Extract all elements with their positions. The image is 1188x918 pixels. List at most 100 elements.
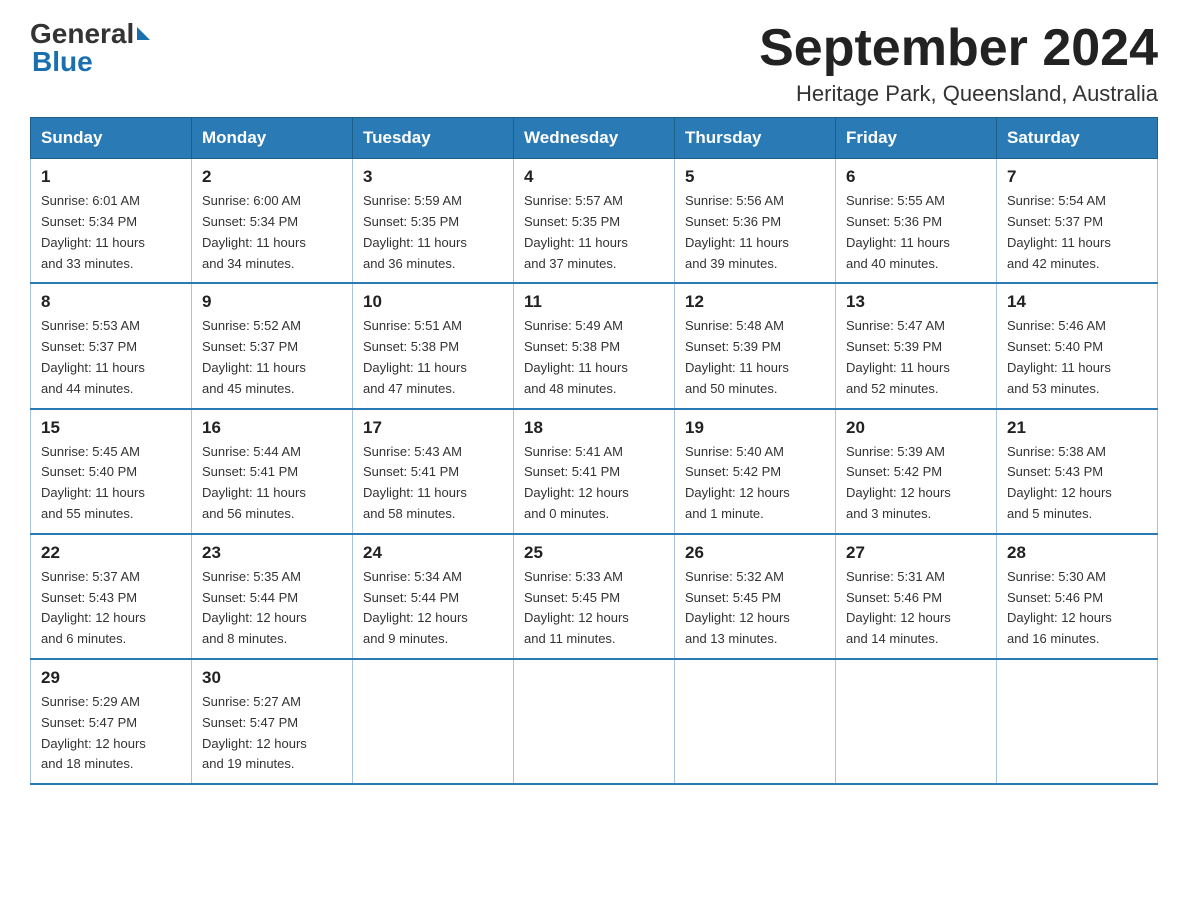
day-number: 15 — [41, 418, 181, 438]
day-info: Sunrise: 5:37 AMSunset: 5:43 PMDaylight:… — [41, 567, 181, 650]
logo-triangle-icon — [137, 27, 150, 40]
day-number: 25 — [524, 543, 664, 563]
day-number: 8 — [41, 292, 181, 312]
day-info: Sunrise: 5:43 AMSunset: 5:41 PMDaylight:… — [363, 442, 503, 525]
calendar-cell: 8 Sunrise: 5:53 AMSunset: 5:37 PMDaylight… — [31, 283, 192, 408]
day-info: Sunrise: 5:38 AMSunset: 5:43 PMDaylight:… — [1007, 442, 1147, 525]
day-info: Sunrise: 5:39 AMSunset: 5:42 PMDaylight:… — [846, 442, 986, 525]
calendar-cell: 12Sunrise: 5:48 AMSunset: 5:39 PMDayligh… — [675, 283, 836, 408]
calendar-cell: 20 Sunrise: 5:39 AMSunset: 5:42 PMDayligh… — [836, 409, 997, 534]
column-header-saturday: Saturday — [997, 118, 1158, 159]
calendar-cell: 27 Sunrise: 5:31 AMSunset: 5:46 PMDayligh… — [836, 534, 997, 659]
day-info: Sunrise: 5:51 AMSunset: 5:38 PMDaylight:… — [363, 316, 503, 399]
day-info: Sunrise: 5:59 AMSunset: 5:35 PMDaylight:… — [363, 191, 503, 274]
calendar-cell: 10Sunrise: 5:51 AMSunset: 5:38 PMDayligh… — [353, 283, 514, 408]
calendar-cell — [353, 659, 514, 784]
calendar-cell: 2 Sunrise: 6:00 AMSunset: 5:34 PMDaylight… — [192, 159, 353, 284]
day-number: 27 — [846, 543, 986, 563]
day-info: Sunrise: 5:54 AMSunset: 5:37 PMDaylight:… — [1007, 191, 1147, 274]
day-info: Sunrise: 5:32 AMSunset: 5:45 PMDaylight:… — [685, 567, 825, 650]
day-number: 22 — [41, 543, 181, 563]
calendar-table: SundayMondayTuesdayWednesdayThursdayFrid… — [30, 117, 1158, 785]
day-number: 11 — [524, 292, 664, 312]
calendar-cell: 17 Sunrise: 5:43 AMSunset: 5:41 PMDayligh… — [353, 409, 514, 534]
calendar-week-row: 15 Sunrise: 5:45 AMSunset: 5:40 PMDayligh… — [31, 409, 1158, 534]
day-info: Sunrise: 5:45 AMSunset: 5:40 PMDaylight:… — [41, 442, 181, 525]
day-info: Sunrise: 5:35 AMSunset: 5:44 PMDaylight:… — [202, 567, 342, 650]
calendar-cell: 16 Sunrise: 5:44 AMSunset: 5:41 PMDayligh… — [192, 409, 353, 534]
logo: General Blue — [30, 20, 150, 76]
day-info: Sunrise: 5:46 AMSunset: 5:40 PMDaylight:… — [1007, 316, 1147, 399]
calendar-cell — [836, 659, 997, 784]
day-number: 26 — [685, 543, 825, 563]
column-header-wednesday: Wednesday — [514, 118, 675, 159]
calendar-cell: 25 Sunrise: 5:33 AMSunset: 5:45 PMDayligh… — [514, 534, 675, 659]
day-info: Sunrise: 5:52 AMSunset: 5:37 PMDaylight:… — [202, 316, 342, 399]
calendar-cell: 4 Sunrise: 5:57 AMSunset: 5:35 PMDaylight… — [514, 159, 675, 284]
day-number: 20 — [846, 418, 986, 438]
day-info: Sunrise: 5:57 AMSunset: 5:35 PMDaylight:… — [524, 191, 664, 274]
calendar-cell: 13 Sunrise: 5:47 AMSunset: 5:39 PMDayligh… — [836, 283, 997, 408]
calendar-title: September 2024 — [759, 20, 1158, 77]
day-number: 13 — [846, 292, 986, 312]
day-number: 1 — [41, 167, 181, 187]
calendar-cell — [675, 659, 836, 784]
day-info: Sunrise: 5:44 AMSunset: 5:41 PMDaylight:… — [202, 442, 342, 525]
day-info: Sunrise: 6:01 AMSunset: 5:34 PMDaylight:… — [41, 191, 181, 274]
day-info: Sunrise: 5:30 AMSunset: 5:46 PMDaylight:… — [1007, 567, 1147, 650]
day-number: 24 — [363, 543, 503, 563]
day-number: 6 — [846, 167, 986, 187]
calendar-cell: 3Sunrise: 5:59 AMSunset: 5:35 PMDaylight… — [353, 159, 514, 284]
day-number: 19 — [685, 418, 825, 438]
day-number: 29 — [41, 668, 181, 688]
column-header-sunday: Sunday — [31, 118, 192, 159]
calendar-cell: 6 Sunrise: 5:55 AMSunset: 5:36 PMDaylight… — [836, 159, 997, 284]
calendar-cell — [514, 659, 675, 784]
calendar-cell: 18 Sunrise: 5:41 AMSunset: 5:41 PMDayligh… — [514, 409, 675, 534]
calendar-header-row: SundayMondayTuesdayWednesdayThursdayFrid… — [31, 118, 1158, 159]
title-block: September 2024 Heritage Park, Queensland… — [759, 20, 1158, 107]
day-number: 12 — [685, 292, 825, 312]
column-header-tuesday: Tuesday — [353, 118, 514, 159]
calendar-cell: 28 Sunrise: 5:30 AMSunset: 5:46 PMDayligh… — [997, 534, 1158, 659]
calendar-week-row: 22 Sunrise: 5:37 AMSunset: 5:43 PMDayligh… — [31, 534, 1158, 659]
day-info: Sunrise: 5:31 AMSunset: 5:46 PMDaylight:… — [846, 567, 986, 650]
day-number: 17 — [363, 418, 503, 438]
day-number: 4 — [524, 167, 664, 187]
calendar-cell: 7Sunrise: 5:54 AMSunset: 5:37 PMDaylight… — [997, 159, 1158, 284]
calendar-cell: 11 Sunrise: 5:49 AMSunset: 5:38 PMDayligh… — [514, 283, 675, 408]
day-number: 14 — [1007, 292, 1147, 312]
day-info: Sunrise: 5:34 AMSunset: 5:44 PMDaylight:… — [363, 567, 503, 650]
calendar-cell: 19 Sunrise: 5:40 AMSunset: 5:42 PMDayligh… — [675, 409, 836, 534]
day-info: Sunrise: 5:40 AMSunset: 5:42 PMDaylight:… — [685, 442, 825, 525]
column-header-thursday: Thursday — [675, 118, 836, 159]
day-info: Sunrise: 5:27 AMSunset: 5:47 PMDaylight:… — [202, 692, 342, 775]
day-info: Sunrise: 6:00 AMSunset: 5:34 PMDaylight:… — [202, 191, 342, 274]
logo-general-text: General — [30, 20, 134, 48]
day-info: Sunrise: 5:41 AMSunset: 5:41 PMDaylight:… — [524, 442, 664, 525]
day-number: 23 — [202, 543, 342, 563]
calendar-week-row: 29 Sunrise: 5:29 AMSunset: 5:47 PMDayligh… — [31, 659, 1158, 784]
calendar-cell: 22 Sunrise: 5:37 AMSunset: 5:43 PMDayligh… — [31, 534, 192, 659]
day-number: 16 — [202, 418, 342, 438]
calendar-cell: 29 Sunrise: 5:29 AMSunset: 5:47 PMDayligh… — [31, 659, 192, 784]
calendar-cell: 15 Sunrise: 5:45 AMSunset: 5:40 PMDayligh… — [31, 409, 192, 534]
calendar-week-row: 8 Sunrise: 5:53 AMSunset: 5:37 PMDaylight… — [31, 283, 1158, 408]
calendar-cell — [997, 659, 1158, 784]
calendar-week-row: 1 Sunrise: 6:01 AMSunset: 5:34 PMDaylight… — [31, 159, 1158, 284]
calendar-cell: 23 Sunrise: 5:35 AMSunset: 5:44 PMDayligh… — [192, 534, 353, 659]
day-info: Sunrise: 5:47 AMSunset: 5:39 PMDaylight:… — [846, 316, 986, 399]
day-info: Sunrise: 5:29 AMSunset: 5:47 PMDaylight:… — [41, 692, 181, 775]
day-number: 28 — [1007, 543, 1147, 563]
calendar-cell: 26 Sunrise: 5:32 AMSunset: 5:45 PMDayligh… — [675, 534, 836, 659]
calendar-cell: 1 Sunrise: 6:01 AMSunset: 5:34 PMDaylight… — [31, 159, 192, 284]
day-info: Sunrise: 5:55 AMSunset: 5:36 PMDaylight:… — [846, 191, 986, 274]
column-header-monday: Monday — [192, 118, 353, 159]
day-number: 18 — [524, 418, 664, 438]
day-info: Sunrise: 5:49 AMSunset: 5:38 PMDaylight:… — [524, 316, 664, 399]
day-number: 5 — [685, 167, 825, 187]
day-info: Sunrise: 5:53 AMSunset: 5:37 PMDaylight:… — [41, 316, 181, 399]
day-number: 2 — [202, 167, 342, 187]
day-info: Sunrise: 5:33 AMSunset: 5:45 PMDaylight:… — [524, 567, 664, 650]
calendar-cell: 30Sunrise: 5:27 AMSunset: 5:47 PMDayligh… — [192, 659, 353, 784]
